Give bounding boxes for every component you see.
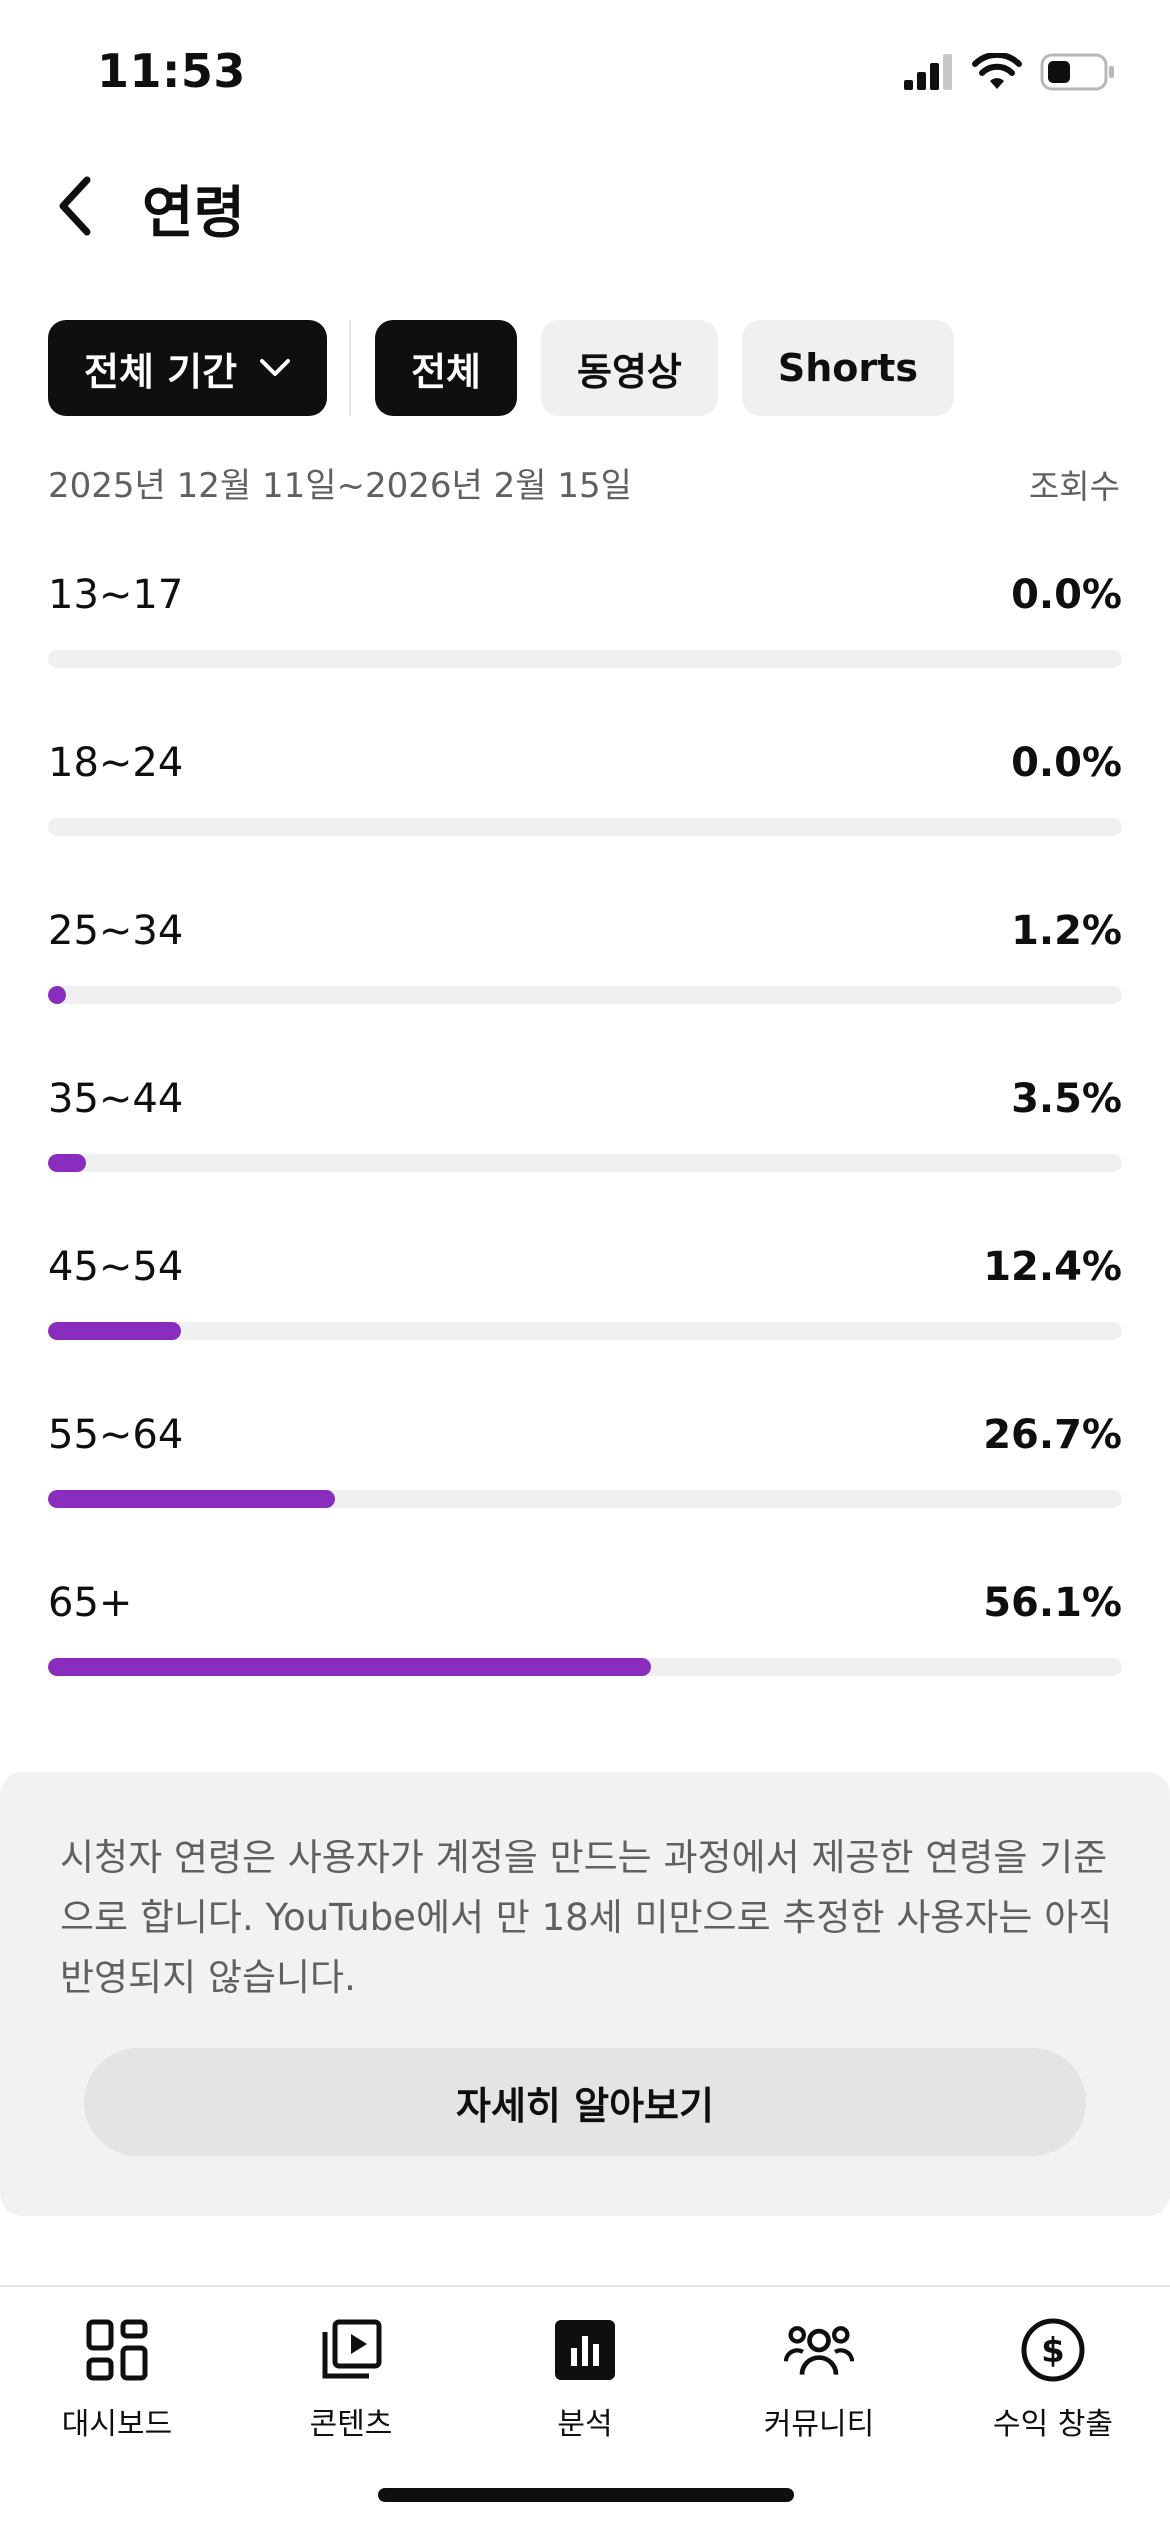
age-row-18-24: 18~24 0.0% [48,708,1122,876]
age-bar-fill [48,986,66,1004]
age-bar-track [48,1322,1122,1340]
age-row-55-64: 55~64 26.7% [48,1380,1122,1548]
monetization-icon: $ [1018,2315,1088,2385]
status-icons [904,51,1116,96]
age-bar-fill [48,1154,86,1172]
nav-community[interactable]: 커뮤니티 [702,2307,936,2457]
age-bar-track [48,1658,1122,1676]
age-percent: 12.4% [983,1244,1122,1290]
age-percent: 0.0% [1011,740,1122,786]
age-percent: 26.7% [983,1412,1122,1458]
age-row-13-17: 13~17 0.0% [48,540,1122,708]
chip-videos[interactable]: 동영상 [541,320,718,416]
info-card: 시청자 연령은 사용자가 계정을 만드는 과정에서 제공한 연령을 기준으로 합… [0,1772,1170,2216]
nav-analytics[interactable]: 분석 [468,2307,702,2457]
content-icon [316,2315,386,2385]
age-row-35-44: 35~44 3.5% [48,1044,1122,1212]
age-label: 45~54 [48,1244,184,1290]
age-bar-fill [48,1658,651,1676]
nav-label: 분석 [557,2407,613,2442]
nav-label: 콘텐츠 [309,2407,393,2442]
age-percent: 1.2% [1011,908,1122,954]
age-percent: 3.5% [1011,1076,1122,1122]
wifi-icon [972,51,1022,95]
back-button[interactable] [40,170,110,242]
age-row-45-54: 45~54 12.4% [48,1212,1122,1380]
nav-monetization[interactable]: $ 수익 창출 [936,2307,1170,2457]
dashboard-icon [82,2315,152,2385]
info-text: 시청자 연령은 사용자가 계정을 만드는 과정에서 제공한 연령을 기준으로 합… [60,1836,1113,1999]
chip-all[interactable]: 전체 [375,320,517,416]
date-range: 2025년 12월 11일~2026년 2월 15일 [48,466,632,506]
signal-icon [904,54,954,94]
age-bar-track [48,818,1122,836]
nav-label: 수익 창출 [993,2407,1113,2442]
home-indicator [378,2488,794,2502]
age-bar-track [48,1154,1122,1172]
status-bar: 11:53 [0,0,1170,150]
chip-shorts[interactable]: Shorts [741,320,954,416]
age-list: 13~17 0.0% 18~24 0.0% 25~34 1.2% 35~44 3… [48,540,1122,1716]
age-label: 13~17 [48,572,184,618]
analytics-icon [550,2315,620,2385]
age-label: 25~34 [48,908,184,954]
age-bar-track [48,650,1122,668]
age-label: 18~24 [48,740,184,786]
age-percent: 56.1% [983,1580,1122,1626]
chevron-down-icon [259,358,291,378]
age-bar-track [48,1490,1122,1508]
page-title: 연령 [142,181,246,246]
nav-label: 커뮤니티 [763,2407,875,2442]
age-row-25-34: 25~34 1.2% [48,876,1122,1044]
filter-divider [349,320,352,416]
age-bar-track [48,986,1122,1004]
filter-bar: 전체 기간 전체 동영상 Shorts [48,320,978,416]
community-icon [784,2315,854,2385]
back-arrow-icon [59,176,91,236]
period-label: 전체 기간 [84,349,238,394]
svg-text:$: $ [1041,2331,1065,2371]
metric-label: 조회수 [1028,467,1120,506]
age-bar-fill [48,1322,182,1340]
age-label: 35~44 [48,1076,184,1122]
age-row-65-plus: 65+ 56.1% [48,1548,1122,1716]
nav-content[interactable]: 콘텐츠 [234,2307,468,2457]
nav-dashboard[interactable]: 대시보드 [0,2307,234,2457]
age-bar-fill [48,1490,335,1508]
battery-icon [1040,53,1116,95]
status-time: 11:53 [97,44,246,98]
age-label: 55~64 [48,1412,184,1458]
nav-label: 대시보드 [61,2407,173,2442]
age-percent: 0.0% [1011,572,1122,618]
learn-more-button[interactable]: 자세히 알아보기 [84,2048,1086,2156]
age-label: 65+ [48,1580,133,1626]
period-dropdown[interactable]: 전체 기간 [48,320,328,416]
header: 연령 [0,150,1170,260]
